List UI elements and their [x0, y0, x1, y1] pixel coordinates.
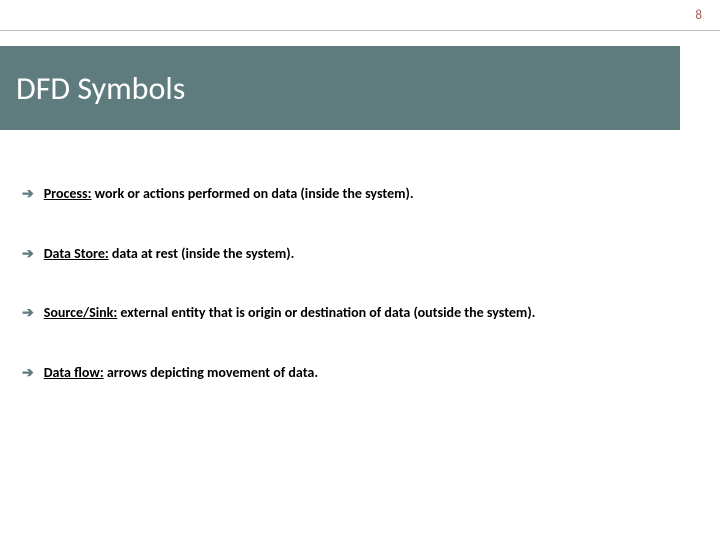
list-item: ➔ Process: work or actions performed on …: [22, 184, 698, 204]
content-area: ➔ Process: work or actions performed on …: [22, 184, 698, 422]
list-item: ➔ Data Store: data at rest (inside the s…: [22, 244, 698, 264]
term: Data Store:: [44, 245, 109, 262]
arrow-icon: ➔: [22, 184, 34, 204]
arrow-icon: ➔: [22, 363, 34, 383]
term: Process:: [44, 185, 92, 202]
description: data at rest (inside the system).: [109, 245, 295, 262]
list-item: ➔ Data flow: arrows depicting movement o…: [22, 363, 698, 383]
bullet-text: Data flow: arrows depicting movement of …: [44, 363, 318, 383]
slide-title: DFD Symbols: [16, 69, 185, 108]
description: external entity that is origin or destin…: [117, 304, 535, 321]
description: work or actions performed on data (insid…: [91, 185, 413, 202]
arrow-icon: ➔: [22, 303, 34, 323]
title-bar: DFD Symbols: [0, 46, 680, 130]
arrow-icon: ➔: [22, 244, 34, 264]
bullet-text: Data Store: data at rest (inside the sys…: [44, 244, 295, 264]
term: Source/Sink:: [44, 304, 118, 321]
page-number: 8: [695, 8, 702, 23]
divider-line: [0, 30, 720, 31]
list-item: ➔ Source/Sink: external entity that is o…: [22, 303, 698, 323]
description: arrows depicting movement of data.: [104, 364, 318, 381]
term: Data flow:: [44, 364, 104, 381]
bullet-text: Process: work or actions performed on da…: [44, 184, 414, 204]
bullet-text: Source/Sink: external entity that is ori…: [44, 303, 536, 323]
